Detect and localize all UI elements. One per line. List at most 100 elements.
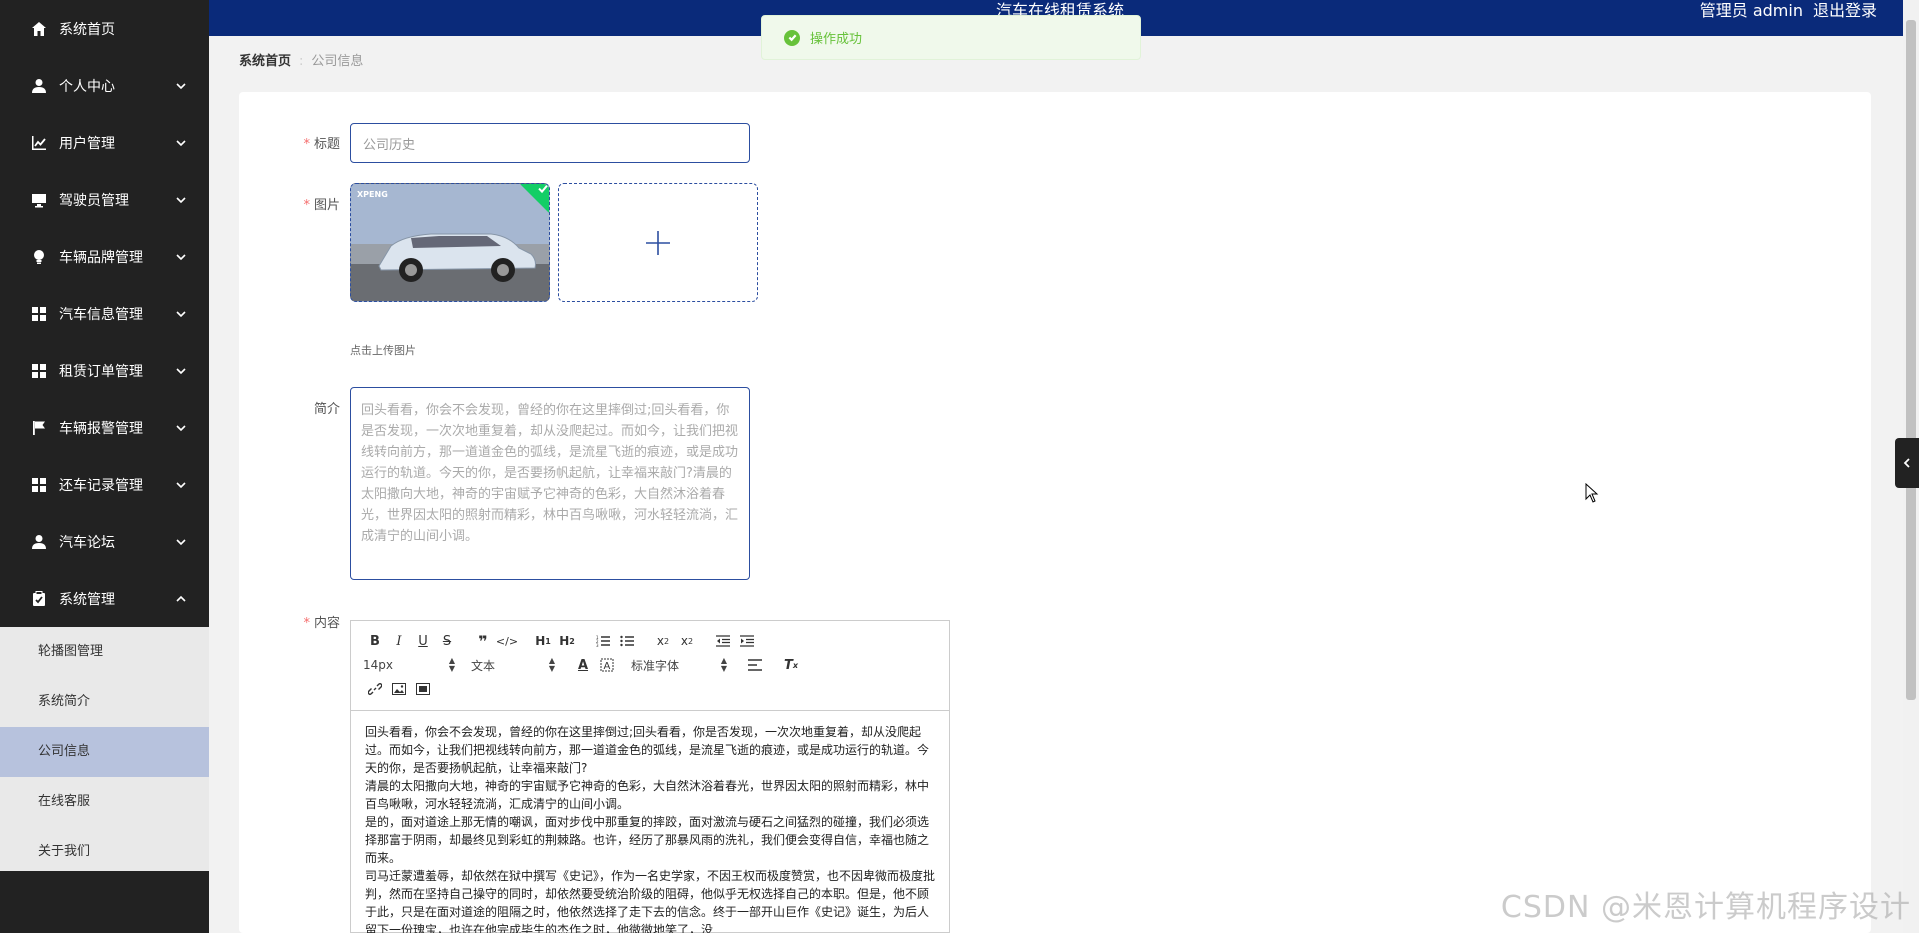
upload-tip: 点击上传图片 (350, 344, 416, 357)
submenu-item-3[interactable]: 在线客服 (0, 777, 209, 827)
sidebar-item-2[interactable]: 用户管理 (0, 114, 209, 171)
breadcrumb-home[interactable]: 系统首页 (239, 54, 291, 69)
car-logo: XPENG (357, 190, 388, 199)
sidebar-item-10[interactable]: 系统管理 (0, 570, 209, 627)
clear-format-icon[interactable]: Tx (779, 653, 803, 677)
monitor-icon (30, 191, 48, 209)
logout-link[interactable]: 退出登录 (1813, 1, 1877, 20)
sidebar-item-9[interactable]: 汽车论坛 (0, 513, 209, 570)
clipboard-icon (30, 590, 48, 608)
sidebar-item-0[interactable]: 系统首页 (0, 0, 209, 57)
text-color-icon[interactable]: A (571, 653, 595, 677)
bulb-icon (30, 248, 48, 266)
upload-button[interactable] (558, 183, 758, 302)
sidebar-footer (0, 871, 209, 933)
home-icon (30, 20, 48, 38)
content-label: * 内容 (303, 616, 340, 631)
sidebar-item-5[interactable]: 汽车信息管理 (0, 285, 209, 342)
submenu-item-1[interactable]: 系统简介 (0, 677, 209, 727)
sidebar-item-label: 系统首页 (59, 21, 115, 38)
flag-icon (30, 419, 48, 437)
font-family-select[interactable]: 标准字体 ▲ ▼ (631, 657, 727, 674)
mouse-cursor-icon (1585, 483, 1599, 503)
chevron-down-icon (175, 194, 187, 206)
editor-toolbar: B I U S ❞ </> H1 H2 123 x2 x2 14px ▲ ▼ 文本 ▲… (351, 621, 949, 711)
chevron-down-icon (175, 365, 187, 377)
title-label: * 标题 (303, 137, 340, 152)
chevron-up-icon (175, 593, 187, 605)
link-icon[interactable] (363, 677, 387, 701)
block-type-select[interactable]: 文本 ▲ ▼ (471, 657, 555, 674)
chart-icon (30, 134, 48, 152)
sidebar-item-7[interactable]: 车辆报警管理 (0, 399, 209, 456)
content-paragraph: 清晨的太阳撒向大地，神奇的宇宙赋予它神奇的色彩，大自然沐浴着春光，世界因太阳的照… (365, 779, 930, 811)
user-icon (30, 533, 48, 551)
sidebar-item-label: 汽车论坛 (59, 534, 115, 551)
collapse-tab[interactable] (1895, 438, 1919, 488)
blockquote-icon[interactable]: ❞ (471, 629, 495, 653)
align-icon[interactable] (743, 653, 767, 677)
underline-icon[interactable]: U (411, 629, 435, 653)
chevron-down-icon (175, 80, 187, 92)
sidebar-item-label: 租赁订单管理 (59, 363, 143, 380)
sidebar-item-label: 还车记录管理 (59, 477, 143, 494)
chevron-down-icon (175, 479, 187, 491)
watermark: CSDN @米恩计算机程序设计 (1500, 890, 1911, 925)
ordered-list-icon[interactable]: 123 (591, 629, 615, 653)
sidebar-item-label: 用户管理 (59, 135, 115, 152)
svg-text:A: A (604, 661, 611, 672)
title-input[interactable]: 公司历史 (350, 123, 750, 163)
bold-icon[interactable]: B (363, 629, 387, 653)
submenu-item-0[interactable]: 轮播图管理 (0, 627, 209, 677)
user-name: 管理员 admin (1699, 1, 1803, 20)
car-photo (351, 184, 549, 301)
sidebar-item-1[interactable]: 个人中心 (0, 57, 209, 114)
editor-content[interactable]: 回头看看，你会不会发现，曾经的你在这里摔倒过;回头看看，你是否发现，一次次地重复… (351, 711, 949, 933)
grid-icon (30, 476, 48, 494)
scrollbar-thumb[interactable] (1906, 20, 1916, 700)
sidebar-item-4[interactable]: 车辆品牌管理 (0, 228, 209, 285)
chevron-down-icon (175, 137, 187, 149)
sidebar-item-label: 个人中心 (59, 78, 115, 95)
system-submenu: 轮播图管理 系统简介 公司信息 在线客服 关于我们 (0, 627, 209, 877)
rich-text-editor: B I U S ❞ </> H1 H2 123 x2 x2 14px ▲ ▼ 文本 ▲… (350, 620, 950, 933)
indent-icon[interactable] (735, 629, 759, 653)
subscript-icon[interactable]: x2 (651, 629, 675, 653)
chevron-down-icon (175, 536, 187, 548)
content-paragraph: 回头看看，你会不会发现，曾经的你在这里摔倒过;回头看看，你是否发现，一次次地重复… (365, 725, 930, 775)
chevron-down-icon (175, 251, 187, 263)
heading1-icon[interactable]: H1 (531, 629, 555, 653)
image-icon[interactable] (387, 677, 411, 701)
chevron-left-icon (1903, 458, 1910, 468)
heading2-icon[interactable]: H2 (555, 629, 579, 653)
background-color-icon[interactable]: A (595, 653, 619, 677)
success-toast: 操作成功 (761, 15, 1141, 60)
intro-textarea[interactable]: 回头看看，你会不会发现，曾经的你在这里摔倒过;回头看看，你是否发现，一次次地重复… (350, 387, 750, 580)
bullet-list-icon[interactable] (615, 629, 639, 653)
chevron-down-icon (175, 422, 187, 434)
uploaded-image[interactable]: XPENG (350, 183, 550, 302)
italic-icon[interactable]: I (387, 629, 411, 653)
grid-icon (30, 305, 48, 323)
superscript-icon[interactable]: x2 (675, 629, 699, 653)
sidebar-item-label: 车辆报警管理 (59, 420, 143, 437)
sidebar-item-8[interactable]: 还车记录管理 (0, 456, 209, 513)
sidebar-item-3[interactable]: 驾驶员管理 (0, 171, 209, 228)
sidebar-item-label: 车辆品牌管理 (59, 249, 143, 266)
code-block-icon[interactable]: </> (495, 629, 519, 653)
toast-message: 操作成功 (810, 32, 863, 47)
grid-icon (30, 362, 48, 380)
strikethrough-icon[interactable]: S (435, 629, 459, 653)
breadcrumb-current: 公司信息 (311, 54, 364, 69)
success-icon (784, 29, 800, 46)
outdent-icon[interactable] (711, 629, 735, 653)
plus-icon (646, 230, 670, 255)
submenu-item-2[interactable]: 公司信息 (0, 727, 209, 777)
image-label: * 图片 (303, 198, 340, 213)
sidebar-item-6[interactable]: 租赁订单管理 (0, 342, 209, 399)
video-icon[interactable] (411, 677, 435, 701)
intro-label: 简介 (313, 402, 340, 417)
submenu-item-4[interactable]: 关于我们 (0, 827, 209, 877)
sidebar: 系统首页个人中心用户管理驾驶员管理车辆品牌管理汽车信息管理租赁订单管理 车辆报警管… (0, 0, 209, 933)
font-size-select[interactable]: 14px ▲ ▼ (363, 657, 455, 673)
